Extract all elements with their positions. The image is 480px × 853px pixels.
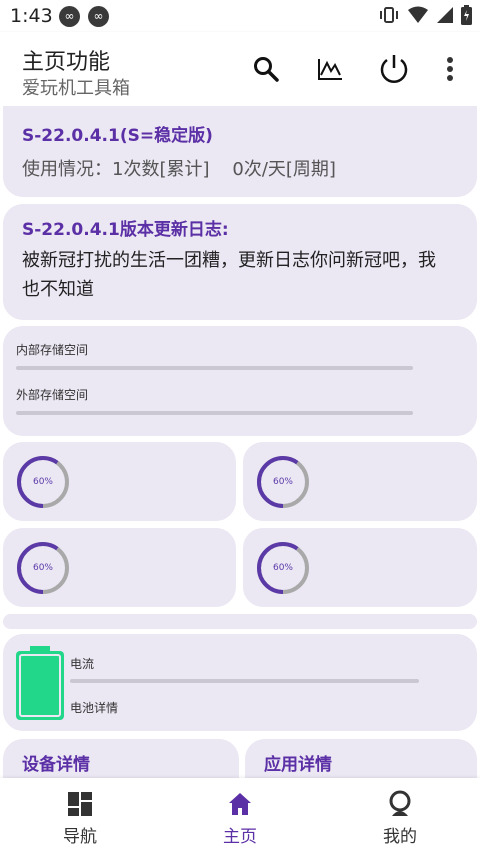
usage-ring-card[interactable]: 60% [3, 528, 236, 607]
bottom-navigation: 导航 主页 我的 [0, 778, 480, 853]
device-details-card[interactable]: 设备详情 [3, 739, 239, 778]
main-content[interactable]: S-22.0.4.1(S=稳定版) 使用情况：1次数[累计] 0次/天[周期] … [0, 106, 480, 778]
dashboard-icon [68, 792, 92, 816]
power-button[interactable] [377, 52, 411, 86]
changelog-line-2: 也不知道 [22, 279, 94, 300]
nav-item-home[interactable]: 主页 [160, 778, 320, 853]
battery-icon [16, 646, 64, 720]
external-storage-label: 外部存储空间 [16, 388, 89, 402]
home-icon [229, 793, 251, 815]
more-options-button[interactable] [433, 52, 467, 86]
device-details-title: 设备详情 [22, 755, 90, 775]
battery-details-label: 电池详情 [70, 701, 119, 715]
usage-text: 使用情况：1次数[累计] 0次/天[周期] [22, 159, 336, 180]
app-details-title: 应用详情 [264, 755, 332, 775]
page-title: 主页功能 [22, 50, 111, 75]
divider-card [3, 614, 477, 629]
app-bar: 主页功能 爱玩机工具箱 [0, 32, 480, 106]
changelog-line-1: 被新冠打扰的生活一团糟，更新日志你问新冠吧，我 [22, 250, 436, 271]
chart-icon [318, 59, 342, 80]
changelog-title: S-22.0.4.1版本更新日志: [22, 220, 229, 240]
search-button[interactable] [249, 52, 283, 86]
wifi-icon [408, 6, 428, 23]
battery-current-label: 电流 [70, 657, 95, 671]
power-icon [380, 55, 408, 83]
changelog-card[interactable]: S-22.0.4.1版本更新日志: 被新冠打扰的生活一团糟，更新日志你问新冠吧，… [3, 204, 477, 320]
usage-ring-label: 60% [272, 563, 293, 573]
usage-ring-label: 60% [32, 563, 53, 573]
usage-ring-label: 60% [272, 477, 293, 487]
usage-ring-card[interactable]: 60% [243, 528, 477, 607]
version-card[interactable]: S-22.0.4.1(S=稳定版) 使用情况：1次数[累计] 0次/天[周期] [3, 106, 477, 197]
nav-label: 我的 [383, 827, 417, 847]
battery-card[interactable]: 电流 电池详情 [3, 634, 477, 731]
storage-card[interactable]: 内部存储空间 外部存储空间 [3, 326, 477, 436]
usage-ring-card[interactable]: 60% [243, 442, 477, 521]
battery-current-bar [70, 679, 419, 683]
nav-label: 导航 [63, 827, 97, 847]
signal-icon [437, 7, 453, 23]
usage-ring-card[interactable]: 60% [3, 442, 236, 521]
status-time: 1:43 [10, 5, 53, 27]
internal-storage-bar [16, 366, 413, 370]
battery-status-icon [461, 5, 472, 25]
usage-ring-label: 60% [32, 477, 53, 487]
search-icon [254, 57, 279, 82]
nav-label: 主页 [223, 827, 257, 847]
version-title: S-22.0.4.1(S=稳定版) [22, 126, 213, 146]
monitor-button[interactable] [313, 52, 347, 86]
internal-storage-label: 内部存储空间 [16, 343, 89, 357]
app-details-card[interactable]: 应用详情 [245, 739, 477, 778]
external-storage-bar [16, 411, 413, 415]
app-notification-icon: ∞ [59, 6, 80, 27]
more-vert-icon [447, 57, 453, 81]
status-icons [378, 5, 472, 25]
app-notification-icon: ∞ [88, 6, 109, 27]
nav-item-navigation[interactable]: 导航 [0, 778, 160, 853]
page-subtitle: 爱玩机工具箱 [22, 78, 130, 99]
nav-item-profile[interactable]: 我的 [320, 778, 480, 853]
status-bar: 1:43 ∞ ∞ [0, 0, 480, 32]
profile-icon [389, 790, 411, 816]
vibrate-icon [380, 7, 398, 23]
